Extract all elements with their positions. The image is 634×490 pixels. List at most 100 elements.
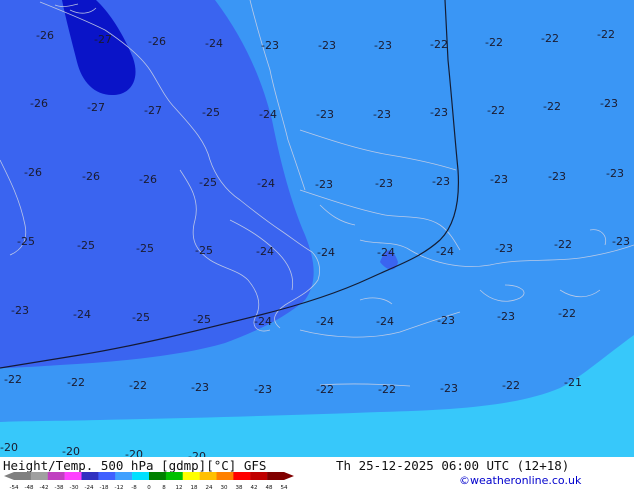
color-swatch (199, 472, 217, 480)
temp-value: -20 (62, 445, 80, 457)
color-scale-swatches (4, 472, 294, 480)
temp-value: -24 (73, 308, 91, 321)
temp-value: -22 (67, 376, 85, 389)
temp-value: -22 (541, 32, 559, 45)
color-swatch (81, 472, 99, 480)
temp-value: -25 (202, 106, 220, 119)
temp-value: -23 (495, 242, 513, 255)
temp-value: -23 (437, 314, 455, 327)
temp-value: -27 (87, 101, 105, 114)
temp-value: -21 (564, 376, 582, 389)
temp-value: -22 (543, 100, 561, 113)
color-scale-ticks: -54 -48 -42 -38 -30 -24 -18 -12 -8 0 8 12 18 24 30 38 42… (10, 485, 288, 490)
temp-value: -22 (487, 104, 505, 117)
scale-arrow-left (4, 472, 14, 480)
temp-value: -23 (11, 304, 29, 317)
temp-value: -20 (125, 448, 143, 457)
scale-tick-label: -54 (10, 485, 19, 490)
color-swatch (47, 472, 65, 480)
color-swatch (267, 472, 285, 480)
scale-tick-label: 42 (251, 485, 258, 490)
temp-value: -22 (430, 38, 448, 51)
temp-value: -22 (316, 383, 334, 396)
temp-value: -24 (377, 246, 395, 259)
credit-link[interactable]: ©weatheronline.co.uk (459, 474, 581, 487)
color-swatch (165, 472, 183, 480)
color-swatch (233, 472, 251, 480)
scale-tick-label: -38 (55, 485, 64, 490)
color-swatch (30, 472, 48, 480)
temp-value: -26 (36, 29, 54, 42)
scale-tick-label: 38 (236, 485, 243, 490)
temp-value: -26 (24, 166, 42, 179)
temp-value: -25 (193, 313, 211, 326)
temp-value: -26 (139, 173, 157, 186)
color-swatch (64, 472, 82, 480)
temp-value: -23 (432, 175, 450, 188)
temp-value: -25 (136, 242, 154, 255)
color-scale: -54 -48 -42 -38 -30 -24 -18 -12 -8 0 8 12 18 24 30 38 42… (4, 472, 294, 490)
temp-value: -23 (606, 167, 624, 180)
temp-value: -20 (188, 450, 206, 457)
color-swatch (115, 472, 133, 480)
weather-map: -26 -27 -26 -24 -23 -23 -23 -22 -22 -22 -22 -26 -27 -… (0, 0, 634, 457)
temp-value: -25 (195, 244, 213, 257)
scale-tick-label: -24 (85, 485, 94, 490)
color-swatch (149, 472, 167, 480)
temp-value: -23 (261, 39, 279, 52)
temp-value: -24 (256, 245, 274, 258)
datetime-label: Th 25-12-2025 06:00 UTC (12+18) (336, 458, 570, 473)
temp-value: -23 (430, 106, 448, 119)
temp-value: -24 (317, 246, 335, 259)
color-swatch (132, 472, 150, 480)
temp-value: -24 (205, 37, 223, 50)
temp-value: -22 (4, 373, 22, 386)
scale-tick-label: 54 (281, 485, 288, 490)
scale-tick-label: 12 (176, 485, 183, 490)
temp-value: -24 (257, 177, 275, 190)
scale-tick-label: 48 (266, 485, 273, 490)
scale-tick-label: -8 (131, 485, 137, 490)
temp-value: -26 (30, 97, 48, 110)
temp-value: -23 (315, 178, 333, 191)
color-swatch (14, 472, 32, 480)
scale-tick-label: -48 (25, 485, 34, 490)
color-swatch (216, 472, 234, 480)
temp-value: -26 (148, 35, 166, 48)
temp-value: -24 (316, 315, 334, 328)
scale-tick-label: -42 (40, 485, 49, 490)
temp-value: -24 (436, 245, 454, 258)
temp-value: -22 (558, 307, 576, 320)
scale-tick-label: -30 (70, 485, 79, 490)
temp-value: -25 (17, 235, 35, 248)
temp-value: -23 (440, 382, 458, 395)
scale-tick-label: 24 (206, 485, 213, 490)
temp-value: -22 (502, 379, 520, 392)
temp-value: -23 (548, 170, 566, 183)
temp-value: -23 (254, 383, 272, 396)
temp-value: -22 (129, 379, 147, 392)
temp-value: -22 (485, 36, 503, 49)
temp-value: -24 (254, 315, 272, 328)
temp-value: -26 (82, 170, 100, 183)
temp-value: -22 (554, 238, 572, 251)
temp-value: -23 (374, 39, 392, 52)
color-swatch (182, 472, 200, 480)
temp-value: -23 (191, 381, 209, 394)
temp-value: -23 (490, 173, 508, 186)
temp-value: -25 (77, 239, 95, 252)
temp-value: -24 (376, 315, 394, 328)
temp-value: -23 (316, 108, 334, 121)
scale-tick-label: 0 (147, 485, 151, 490)
temp-value: -20 (0, 441, 18, 454)
scale-tick-label: -18 (100, 485, 109, 490)
temp-value: -23 (612, 235, 630, 248)
color-swatch (98, 472, 116, 480)
temp-value: -27 (144, 104, 162, 117)
color-swatch (250, 472, 268, 480)
scale-tick-label: 18 (191, 485, 198, 490)
temp-value: -23 (375, 177, 393, 190)
temp-value: -24 (259, 108, 277, 121)
temp-value: -23 (318, 39, 336, 52)
scale-tick-label: 30 (221, 485, 228, 490)
